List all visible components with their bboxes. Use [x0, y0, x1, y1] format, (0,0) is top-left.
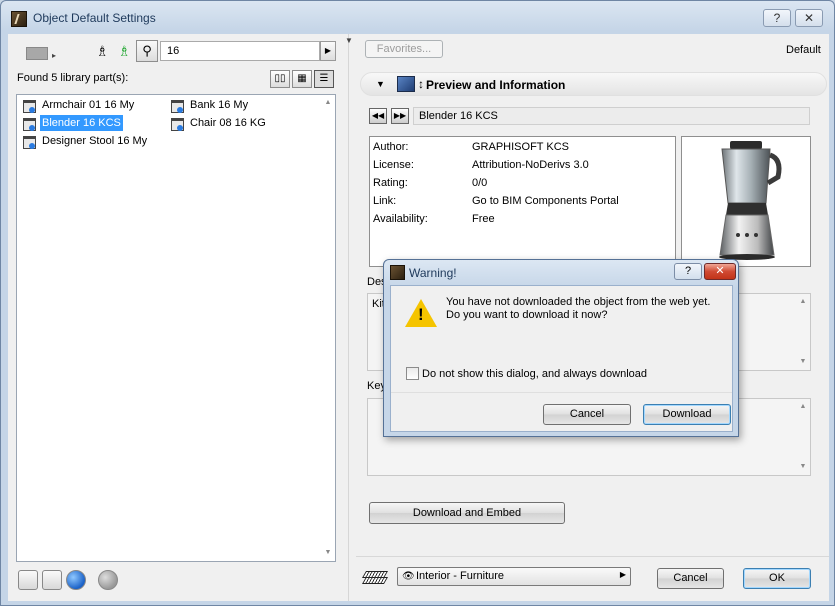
object-info-box: Author: GRAPHISOFT KCS License: Attributio…: [369, 136, 676, 267]
chair-filter-icon[interactable]: ♗: [96, 44, 109, 58]
object-icon: [169, 97, 185, 113]
preview-info-icon: [397, 76, 424, 92]
dialog-title: Warning!: [409, 266, 457, 280]
bim-portal-link[interactable]: Go to BIM Components Portal: [472, 195, 672, 207]
blender-preview-icon: [719, 141, 782, 260]
object-preview-image: [681, 136, 811, 267]
layer-dropdown[interactable]: 👁Interior - Furniture ▶: [397, 567, 631, 586]
always-download-checkbox-label[interactable]: Do not show this dialog, and always down…: [422, 368, 647, 380]
object-icon: [21, 97, 37, 113]
dropdown-arrow-icon: ▶: [619, 570, 626, 579]
preview-information-header[interactable]: ▼ Preview and Information: [360, 72, 827, 96]
download-and-embed-button[interactable]: Download and Embed: [369, 502, 565, 524]
search-input[interactable]: [160, 41, 320, 61]
layer-icon: [362, 568, 388, 584]
bim-portal-globe-icon[interactable]: [66, 570, 86, 590]
scroll-up-arrow-icon[interactable]: ▲: [798, 298, 808, 305]
help-button[interactable]: ?: [763, 9, 791, 27]
dialog-message-line1: You have not downloaded the object from …: [446, 296, 711, 308]
dialog-body: You have not downloaded the object from …: [390, 285, 733, 432]
collapse-arrow-icon[interactable]: ▼: [345, 36, 353, 45]
object-icon: [21, 133, 37, 149]
list-item[interactable]: Armchair 01 16 My: [21, 97, 136, 113]
title-bar: Object Default Settings ? ✕: [1, 1, 834, 35]
scroll-down-arrow-icon[interactable]: ▼: [798, 463, 808, 470]
download-button[interactable]: Download: [643, 404, 731, 425]
scroll-down-arrow-icon[interactable]: ▼: [798, 358, 808, 365]
pane-splitter[interactable]: [348, 34, 356, 601]
found-count-label: Found 5 library part(s):: [17, 72, 129, 84]
archicad-app-icon: [390, 265, 405, 280]
dialog-message-line2: Do you want to download it now?: [446, 309, 608, 321]
cancel-button[interactable]: Cancel: [657, 568, 724, 589]
favorites-button[interactable]: Favorites...: [365, 40, 443, 58]
search-icon[interactable]: ⚲: [136, 40, 158, 62]
object-icon: [169, 115, 185, 131]
scroll-down-arrow-icon[interactable]: ▼: [323, 549, 333, 556]
always-download-checkbox[interactable]: [406, 367, 419, 380]
archicad-app-icon: [11, 11, 27, 27]
scroll-up-arrow-icon[interactable]: ▲: [798, 403, 808, 410]
scroll-up-arrow-icon[interactable]: ▲: [323, 99, 333, 106]
window-title: Object Default Settings: [33, 11, 156, 25]
previous-object-icon[interactable]: ◀◀: [369, 108, 387, 124]
ok-button[interactable]: OK: [743, 568, 811, 589]
bottom-separator: [356, 556, 829, 557]
grid-view-icon[interactable]: ▦: [292, 70, 312, 88]
list-item-selected[interactable]: Blender 16 KCS: [21, 115, 123, 131]
dialog-separator: [391, 392, 732, 393]
add-library-part-icon[interactable]: [42, 570, 62, 590]
expand-triangle-icon: ▼: [376, 79, 385, 89]
list-item[interactable]: Bank 16 My: [169, 97, 250, 113]
detail-view-icon[interactable]: ☰: [314, 70, 334, 88]
close-button[interactable]: ✕: [795, 9, 823, 27]
dialog-help-button[interactable]: ?: [674, 263, 702, 280]
green-chair-filter-icon[interactable]: ♗: [118, 44, 131, 58]
object-icon: [21, 115, 37, 131]
warning-dialog: Warning! ? ✕ You have not downloaded the…: [383, 259, 739, 437]
object-default-settings-window: Object Default Settings ? ✕ ♗ ♗ ⚲ ▶ Foun…: [0, 0, 835, 606]
list-view-icon[interactable]: ▯▯: [270, 70, 290, 88]
dialog-close-button[interactable]: ✕: [704, 263, 736, 280]
library-list: Armchair 01 16 My Bank 16 My Blender 16 …: [16, 94, 336, 562]
object-name-field: Blender 16 KCS: [413, 107, 810, 125]
next-object-icon[interactable]: ▶▶: [391, 108, 409, 124]
warning-icon: [405, 299, 437, 327]
list-item[interactable]: Chair 08 16 KG: [169, 115, 268, 131]
search-go-arrow-icon[interactable]: ▶: [320, 41, 336, 61]
dialog-cancel-button[interactable]: Cancel: [543, 404, 631, 425]
default-label: Default: [786, 44, 821, 56]
list-item[interactable]: Designer Stool 16 My: [21, 133, 149, 149]
disabled-globe-icon: [98, 570, 118, 590]
library-manager-icon[interactable]: [18, 570, 38, 590]
library-view-mode-icon[interactable]: [24, 43, 56, 61]
eye-icon: 👁: [402, 571, 415, 582]
